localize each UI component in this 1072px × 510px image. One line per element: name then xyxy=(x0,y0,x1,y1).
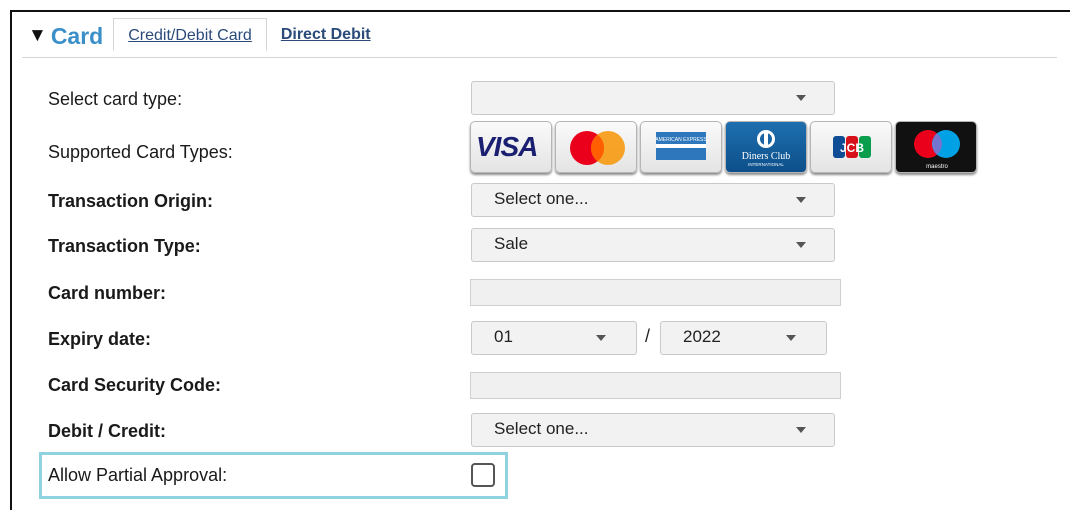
svg-text:INTERNATIONAL: INTERNATIONAL xyxy=(748,162,784,167)
chevron-down-icon xyxy=(796,95,806,101)
tab-credit-debit-card[interactable]: Credit/Debit Card xyxy=(113,18,267,51)
svg-text:maestro: maestro xyxy=(926,164,948,170)
section-header: ▼ Card Credit/Debit Card Direct Debit xyxy=(28,17,385,51)
expiry-year-select[interactable]: 2022 xyxy=(660,321,827,355)
transaction-origin-label: Transaction Origin: xyxy=(48,191,214,211)
card-security-code-input[interactable] xyxy=(470,372,841,399)
svg-text:Diners Club: Diners Club xyxy=(742,151,791,162)
allow-partial-approval-label: Allow Partial Approval: xyxy=(48,465,228,485)
chevron-down-icon xyxy=(786,335,796,341)
transaction-type-select[interactable]: Sale xyxy=(471,228,835,262)
chevron-down-icon xyxy=(796,197,806,203)
card-number-input[interactable] xyxy=(470,279,841,306)
mastercard-card-icon xyxy=(555,121,637,173)
visa-card-icon: VISA xyxy=(470,121,552,173)
transaction-type-label: Transaction Type: xyxy=(48,236,201,256)
allow-partial-approval-checkbox[interactable] xyxy=(471,463,495,487)
maestro-card-icon: maestro xyxy=(895,121,977,173)
section-title: Card xyxy=(50,23,104,49)
tab-direct-debit[interactable]: Direct Debit xyxy=(267,18,385,50)
amex-card-icon: AMERICAN EXPRESS xyxy=(640,121,722,173)
chevron-down-icon xyxy=(796,242,806,248)
expiry-date-label: Expiry date: xyxy=(48,329,152,349)
select-card-type-label: Select card type: xyxy=(48,89,183,109)
debit-credit-label: Debit / Credit: xyxy=(48,421,167,441)
svg-text:JCB: JCB xyxy=(840,141,864,155)
chevron-down-icon xyxy=(596,335,606,341)
svg-text:AMERICAN EXPRESS: AMERICAN EXPRESS xyxy=(655,137,707,143)
jcb-card-icon: JCB xyxy=(810,121,892,173)
card-security-code-label: Card Security Code: xyxy=(48,375,222,395)
expiry-separator: / xyxy=(645,326,651,346)
transaction-origin-select[interactable]: Select one... xyxy=(471,183,835,217)
chevron-down-icon xyxy=(796,427,806,433)
debit-credit-select[interactable]: Select one... xyxy=(471,413,835,447)
card-number-label: Card number: xyxy=(48,283,167,303)
collapse-triangle-icon[interactable]: ▼ xyxy=(28,22,47,50)
expiry-month-select[interactable]: 01 xyxy=(471,321,637,355)
supported-card-logos: VISA AMERICAN EXPRESS Diners Club INTERN… xyxy=(470,121,977,173)
supported-card-types-label: Supported Card Types: xyxy=(48,142,233,162)
diners-club-card-icon: Diners Club INTERNATIONAL xyxy=(725,121,807,173)
tab-divider xyxy=(22,57,1057,58)
card-type-select[interactable] xyxy=(471,81,835,115)
